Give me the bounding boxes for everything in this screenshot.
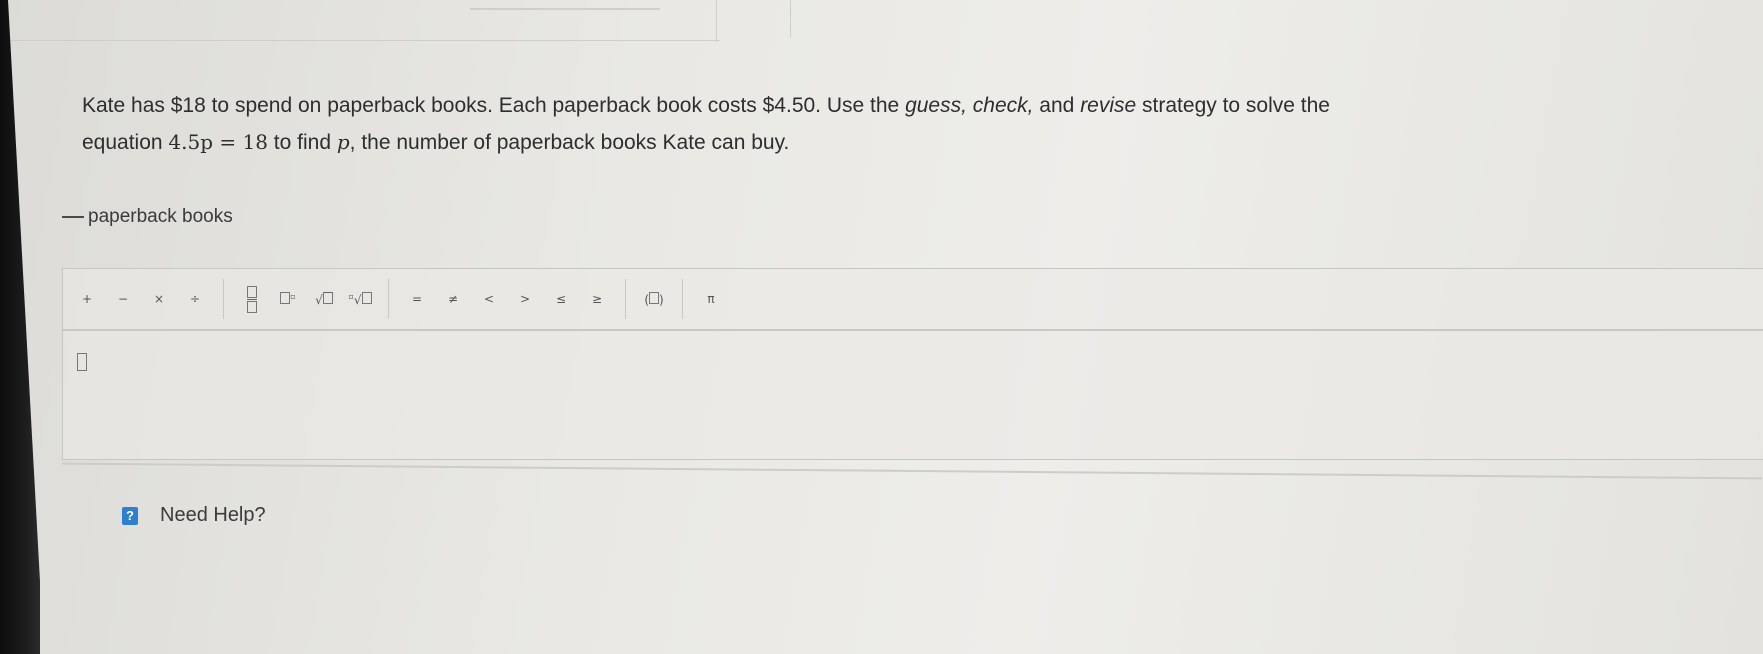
screen: Kate has $18 to spend on paperback books… bbox=[0, 0, 1763, 654]
equation: 4.5p = 18 bbox=[168, 130, 268, 154]
nth-root-icon: ▫√ bbox=[348, 291, 372, 307]
exponent-button[interactable]: ▫ bbox=[276, 281, 300, 317]
question-text: Kate has $18 to spend on paperback books… bbox=[82, 94, 1330, 154]
less-equal-button[interactable]: ≤ bbox=[549, 281, 573, 317]
top-divider-mark bbox=[470, 0, 660, 10]
square-root-icon: √ bbox=[315, 291, 333, 307]
nth-root-button[interactable]: ▫√ bbox=[348, 281, 372, 317]
fraction-icon bbox=[247, 285, 257, 313]
answer-prompt: paperback books bbox=[62, 206, 233, 228]
need-help-label: Need Help? bbox=[160, 504, 266, 526]
square-root-button[interactable]: √ bbox=[312, 281, 336, 317]
not-equal-button[interactable]: ≠ bbox=[441, 281, 465, 317]
times-button[interactable]: × bbox=[147, 281, 171, 317]
math-editor: + − × ÷ ▫ √ ▫√ = ≠ < > ≤ ≥ () π bbox=[62, 268, 1763, 460]
need-help-link[interactable]: ? Need Help? bbox=[122, 504, 266, 527]
less-than-button[interactable]: < bbox=[477, 281, 501, 317]
divide-button[interactable]: ÷ bbox=[183, 281, 207, 317]
answer-unit-label: paperback books bbox=[88, 206, 233, 227]
answer-blank[interactable] bbox=[62, 216, 84, 218]
fraction-button[interactable] bbox=[240, 281, 264, 317]
help-icon: ? bbox=[122, 506, 138, 525]
input-placeholder-box bbox=[77, 353, 87, 371]
equals-button[interactable]: = bbox=[405, 281, 429, 317]
greater-equal-button[interactable]: ≥ bbox=[585, 281, 609, 317]
parentheses-button[interactable]: () bbox=[642, 281, 666, 317]
divider bbox=[62, 462, 1762, 480]
greater-than-button[interactable]: > bbox=[513, 281, 537, 317]
math-toolbar: + − × ÷ ▫ √ ▫√ = ≠ < > ≤ ≥ () π bbox=[63, 269, 1763, 331]
variable: p bbox=[336, 130, 350, 154]
pi-button[interactable]: π bbox=[699, 281, 723, 317]
answer-input[interactable] bbox=[63, 333, 1763, 457]
minus-button[interactable]: − bbox=[111, 281, 135, 317]
plus-button[interactable]: + bbox=[75, 281, 99, 317]
parentheses-icon: () bbox=[644, 291, 664, 307]
exponent-icon: ▫ bbox=[280, 291, 296, 307]
